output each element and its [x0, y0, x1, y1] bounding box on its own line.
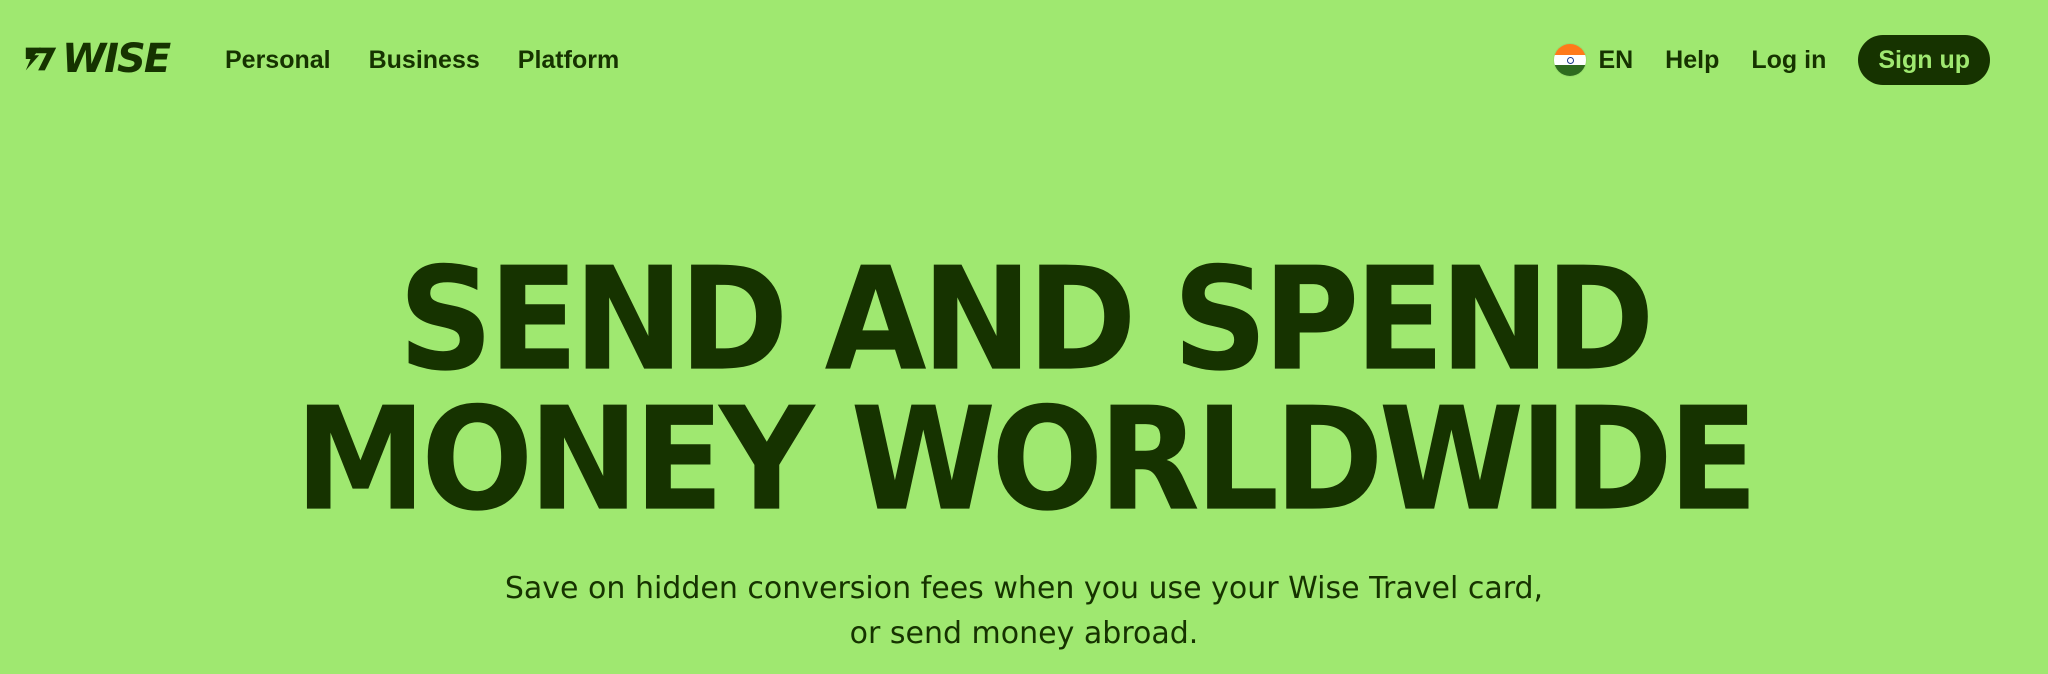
hero-subtitle: Save on hidden conversion fees when you … [0, 566, 2048, 656]
nav-personal[interactable]: Personal [225, 42, 331, 78]
hero-subtitle-line-1: Save on hidden conversion fees when you … [504, 571, 1544, 606]
signup-button[interactable]: Sign up [1858, 35, 1990, 85]
india-flag-icon [1554, 44, 1587, 76]
secondary-nav: EN Help Log in Sign up [1554, 34, 1990, 86]
nav-business[interactable]: Business [369, 42, 480, 78]
page: WISE Personal Business Platform EN Help … [0, 0, 2048, 674]
hero-title-line-1: SEND AND SPEND [398, 236, 1654, 404]
wise-flag-icon [25, 47, 57, 71]
hero-title-line-2: MONEY WORLDWIDE [294, 376, 1758, 544]
logo-text: WISE [62, 36, 171, 82]
site-header: WISE Personal Business Platform EN Help … [0, 0, 2048, 120]
language-label: EN [1598, 46, 1634, 74]
hero-subtitle-line-2: or send money abroad. [849, 616, 1199, 651]
help-link[interactable]: Help [1665, 42, 1719, 78]
wise-logo[interactable]: WISE [22, 36, 171, 82]
nav-platform[interactable]: Platform [518, 42, 619, 78]
language-selector[interactable]: EN [1554, 42, 1633, 78]
primary-nav: Personal Business Platform [225, 42, 619, 78]
login-link[interactable]: Log in [1751, 42, 1826, 78]
hero-title: SEND AND SPEND MONEY WORLDWIDE [0, 244, 2048, 535]
